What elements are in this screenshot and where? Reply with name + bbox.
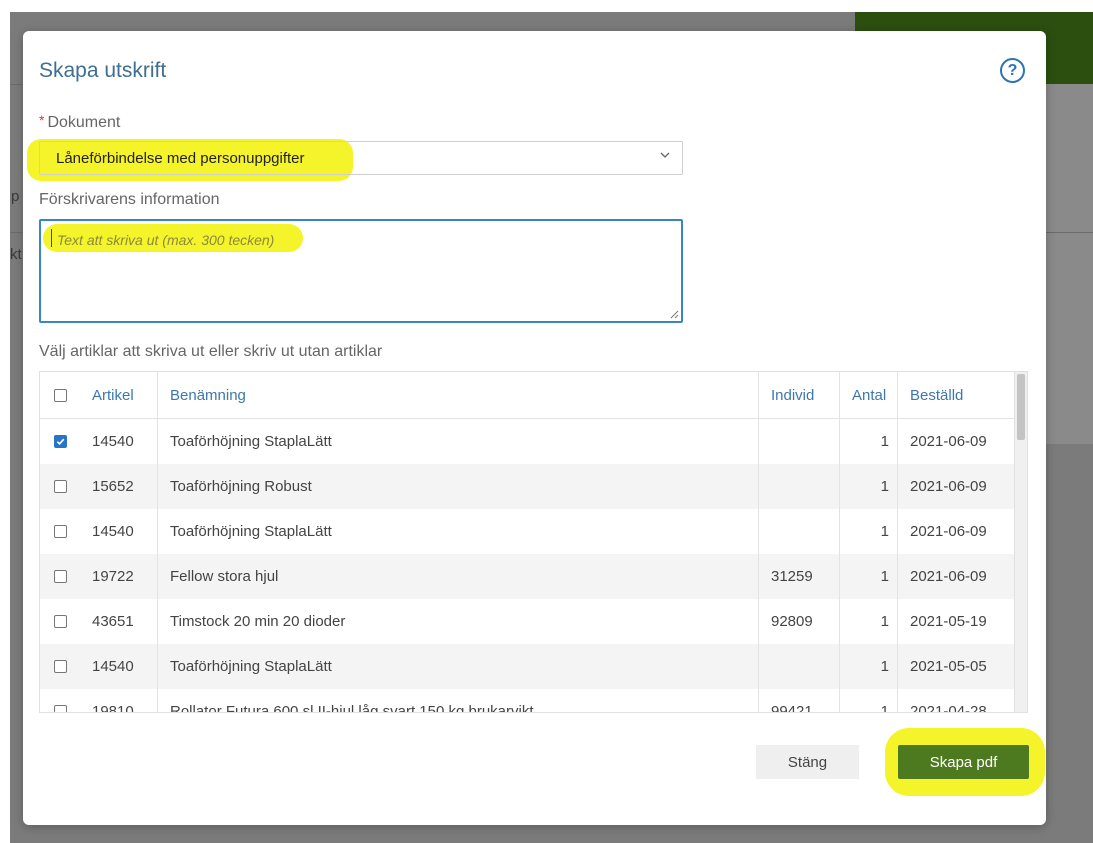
column-header-antal[interactable]: Antal: [840, 372, 898, 418]
cell-antal: 1: [840, 644, 898, 689]
background-divider: [1046, 232, 1093, 233]
row-checkbox[interactable]: [53, 615, 67, 628]
document-select-value: Låneförbindelse med personuppgifter: [56, 150, 305, 167]
print-dialog: Skapa utskrift ? * Dokument Låneförbindel…: [23, 31, 1046, 825]
cell-artikel: 15652: [80, 464, 158, 509]
cell-bestalld: 2021-06-09: [910, 568, 987, 585]
cell-bestalld: 2021-06-09: [910, 433, 987, 450]
table-row[interactable]: 14540 Toaförhöjning StaplaLätt 1 2021-05-05: [40, 644, 1015, 689]
document-label: * Dokument: [39, 112, 121, 132]
resize-handle-icon[interactable]: [669, 309, 679, 319]
column-header-benamning[interactable]: Benämning: [158, 372, 759, 418]
column-header-individ[interactable]: Individ: [759, 372, 840, 418]
articles-table: Artikel Benämning Individ Antal Beställd…: [39, 371, 1028, 713]
scrollbar-thumb[interactable]: [1017, 374, 1025, 440]
cell-benamning: Rollator Futura 600 sl II-hjul låg svart…: [158, 689, 759, 712]
chevron-down-icon: [660, 152, 670, 158]
cell-bestalld: 2021-06-09: [910, 523, 987, 540]
background-text: p: [11, 188, 20, 205]
document-select[interactable]: Låneförbindelse med personuppgifter: [39, 141, 683, 175]
background-panel: [1046, 84, 1093, 444]
row-checkbox[interactable]: [53, 705, 67, 712]
cell-artikel: 19722: [80, 554, 158, 599]
cell-bestalld: 2021-06-09: [910, 478, 987, 495]
cell-bestalld: 2021-05-19: [910, 613, 987, 630]
background-text: kt: [10, 246, 22, 263]
background-divider: [10, 84, 23, 85]
cell-artikel: 14540: [80, 644, 158, 689]
row-checkbox[interactable]: [53, 570, 67, 583]
cell-antal: 1: [840, 419, 898, 464]
cell-individ: [759, 419, 840, 464]
cell-benamning: Toaförhöjning StaplaLätt: [158, 509, 759, 554]
table-header: Artikel Benämning Individ Antal Beställd: [40, 372, 1015, 419]
table-row[interactable]: 19722 Fellow stora hjul 31259 1 2021-06-09: [40, 554, 1015, 599]
prescriber-info-placeholder: Text att skriva ut (max. 300 tecken): [57, 232, 275, 248]
cell-artikel: 19810: [80, 689, 158, 712]
cell-bestalld: 2021-05-05: [910, 658, 987, 675]
column-header-bestalld[interactable]: Beställd: [898, 372, 1015, 418]
cell-artikel: 43651: [80, 599, 158, 644]
cell-benamning: Timstock 20 min 20 dioder: [158, 599, 759, 644]
table-row[interactable]: 14540 Toaförhöjning StaplaLätt 1 2021-06-09: [40, 509, 1015, 554]
cell-benamning: Toaförhöjning StaplaLätt: [158, 419, 759, 464]
cell-benamning: Fellow stora hjul: [158, 554, 759, 599]
articles-label: Välj artiklar att skriva ut eller skriv …: [39, 343, 383, 360]
table-row[interactable]: 43651 Timstock 20 min 20 dioder 92809 1 2021…: [40, 599, 1015, 644]
cell-antal: 1: [840, 599, 898, 644]
help-icon[interactable]: ?: [1000, 58, 1025, 83]
cell-antal: 1: [840, 464, 898, 509]
cell-antal: 1: [840, 689, 898, 712]
cell-individ: [759, 644, 840, 689]
cell-antal: 1: [840, 554, 898, 599]
column-header-artikel[interactable]: Artikel: [80, 372, 158, 418]
row-checkbox[interactable]: [53, 660, 67, 673]
row-checkbox[interactable]: [53, 435, 67, 448]
cell-artikel: 14540: [80, 419, 158, 464]
cell-benamning: Toaförhöjning StaplaLätt: [158, 644, 759, 689]
select-all-checkbox[interactable]: [53, 388, 67, 402]
dialog-title: Skapa utskrift: [39, 59, 167, 82]
required-mark: *: [39, 112, 45, 128]
checkmark-icon: [56, 438, 64, 446]
prescriber-info-label: Förskrivarens information: [39, 191, 220, 208]
create-pdf-button[interactable]: Skapa pdf: [898, 745, 1029, 779]
table-scrollbar[interactable]: [1014, 372, 1027, 712]
table-row[interactable]: 19810 Rollator Futura 600 sl II-hjul låg …: [40, 689, 1015, 713]
cell-antal: 1: [840, 509, 898, 554]
row-checkbox[interactable]: [53, 480, 67, 493]
cell-individ: 99421: [759, 689, 840, 712]
cell-individ: 31259: [759, 554, 840, 599]
table-row[interactable]: 14540 Toaförhöjning StaplaLätt 1 2021-06-09: [40, 419, 1015, 464]
cell-benamning: Toaförhöjning Robust: [158, 464, 759, 509]
row-checkbox[interactable]: [53, 525, 67, 538]
cell-individ: [759, 464, 840, 509]
cell-artikel: 14540: [80, 509, 158, 554]
document-label-text: Dokument: [47, 114, 121, 131]
close-button[interactable]: Stäng: [756, 745, 859, 779]
cell-individ: 92809: [759, 599, 840, 644]
cell-bestalld: 2021-04-28: [910, 703, 987, 713]
background-divider: [10, 232, 23, 233]
table-row[interactable]: 15652 Toaförhöjning Robust 1 2021-06-09: [40, 464, 1015, 509]
text-caret: [51, 229, 52, 247]
cell-individ: [759, 509, 840, 554]
prescriber-info-textarea[interactable]: Text att skriva ut (max. 300 tecken): [39, 219, 683, 323]
